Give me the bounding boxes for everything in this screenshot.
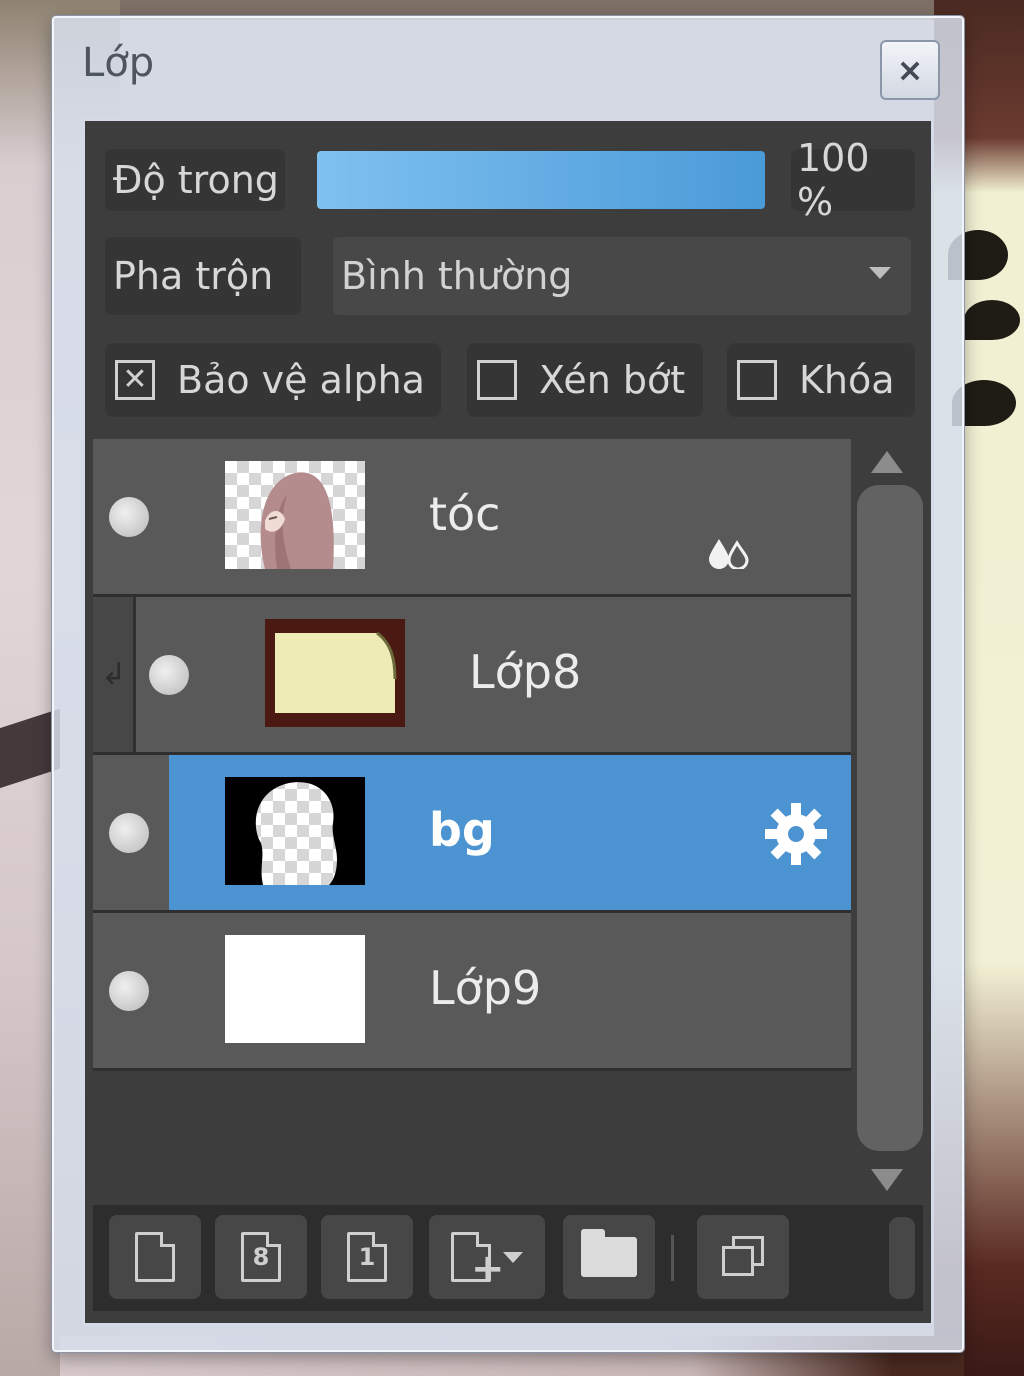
- page-1-icon: 1: [347, 1232, 387, 1282]
- page-8-glyph: 8: [252, 1243, 270, 1271]
- dialog-title: Lớp: [82, 40, 155, 86]
- visibility-toggle-icon[interactable]: [109, 971, 149, 1011]
- hair-thumbnail-art: [260, 472, 334, 569]
- mask-thumbnail: [225, 777, 365, 885]
- protect-alpha-checkbox[interactable]: ✕ Bảo vệ alpha: [105, 343, 441, 417]
- layer-row[interactable]: Lớp9: [93, 913, 851, 1071]
- leaf-shape: [964, 300, 1020, 340]
- duplicate-front-square: [722, 1246, 754, 1276]
- folder-icon: [581, 1229, 637, 1277]
- checkbox-checked-icon[interactable]: ✕: [115, 360, 155, 400]
- layer-name: bg: [429, 803, 495, 857]
- clipping-indicator: ↲: [93, 597, 136, 752]
- visibility-toggle-icon[interactable]: [109, 497, 149, 537]
- layer-list[interactable]: tóc ↲ Lớp8 bg Lớp9: [93, 439, 851, 1199]
- layer-list-scrollbar[interactable]: [857, 485, 923, 1151]
- page-8-icon: 8: [241, 1232, 281, 1282]
- page-plus-icon: +: [451, 1232, 505, 1292]
- droplets-icon: [707, 535, 749, 573]
- new-page-icon: [135, 1232, 175, 1282]
- visibility-toggle-icon[interactable]: [109, 813, 149, 853]
- clip-arrow-icon: ↲: [101, 657, 127, 692]
- page-1-glyph: 1: [358, 1243, 376, 1271]
- checkbox-unchecked-icon[interactable]: [477, 360, 517, 400]
- mask-thumbnail-art: [225, 777, 365, 885]
- layer-row[interactable]: tóc: [93, 439, 851, 597]
- cream-frame-thumbnail: [265, 619, 405, 727]
- layer-toolbar: 8 1 +: [93, 1205, 923, 1311]
- hair-thumbnail: [225, 461, 365, 569]
- gear-icon-svg: [765, 803, 827, 865]
- blend-mode-value: Bình thường: [341, 254, 573, 298]
- clipping-label: Xén bớt: [539, 358, 686, 402]
- blend-mode-label: Pha trộn: [105, 237, 301, 315]
- dialog-titlebar[interactable]: Lớp ×: [54, 18, 962, 118]
- checkbox-unchecked-icon[interactable]: [737, 360, 777, 400]
- new-folder-button[interactable]: [563, 1215, 655, 1299]
- visibility-toggle-icon[interactable]: [149, 655, 189, 695]
- close-button[interactable]: ×: [880, 40, 940, 100]
- gear-icon[interactable]: [761, 799, 831, 873]
- new-8bit-layer-button[interactable]: 8: [215, 1215, 307, 1299]
- opacity-label: Độ trong: [105, 149, 285, 211]
- opacity-slider[interactable]: [317, 151, 765, 209]
- layer-name: Lớp9: [429, 961, 542, 1015]
- opacity-value[interactable]: 100 %: [791, 136, 915, 224]
- scroll-up-arrow-icon[interactable]: [871, 451, 903, 473]
- new-layer-button[interactable]: [109, 1215, 201, 1299]
- droplets-icon-svg: [709, 539, 749, 571]
- chevron-down-icon: [869, 267, 891, 279]
- chevron-down-icon: [503, 1251, 523, 1263]
- scroll-down-arrow-icon[interactable]: [871, 1169, 903, 1191]
- clipping-checkbox[interactable]: Xén bớt: [467, 343, 703, 417]
- lock-label: Khóa: [799, 358, 895, 402]
- toolbar-separator: [671, 1235, 674, 1281]
- layers-panel: Độ trong 100 % Pha trộn Bình thường ✕ Bả…: [82, 118, 934, 1326]
- layer-name: Lớp8: [469, 645, 582, 699]
- add-layer-dropdown-button[interactable]: +: [429, 1215, 545, 1299]
- layers-dialog[interactable]: Lớp × Độ trong 100 % Pha trộn Bình thườn…: [52, 16, 964, 1352]
- white-thumbnail: [225, 935, 365, 1043]
- blend-mode-select[interactable]: Bình thường: [333, 237, 911, 315]
- new-1bit-layer-button[interactable]: 1: [321, 1215, 413, 1299]
- layer-row-selected[interactable]: bg: [93, 755, 851, 913]
- duplicate-layer-button[interactable]: [697, 1215, 789, 1299]
- layer-row[interactable]: ↲ Lớp8: [93, 597, 851, 755]
- layer-name: tóc: [429, 487, 501, 541]
- opacity-slider-fill: [317, 151, 765, 209]
- lock-checkbox[interactable]: Khóa: [727, 343, 915, 417]
- cream-frame-thumbnail-art: [265, 619, 405, 727]
- duplicate-icon: [718, 1234, 768, 1280]
- toolbar-scrollbar[interactable]: [889, 1217, 915, 1299]
- plus-icon: +: [471, 1246, 505, 1292]
- protect-alpha-label: Bảo vệ alpha: [177, 358, 425, 402]
